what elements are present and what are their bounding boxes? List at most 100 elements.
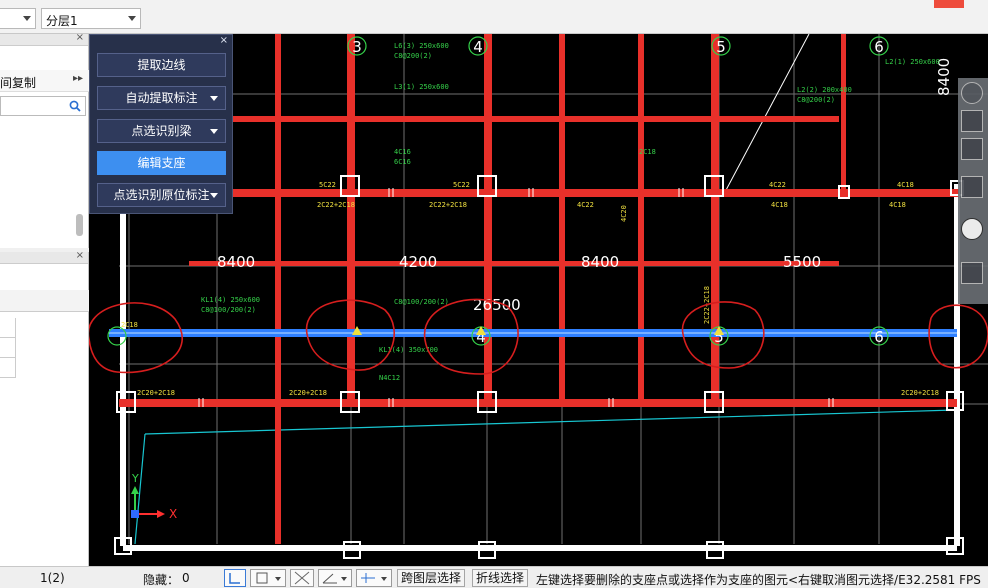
hidden-count: 0: [182, 571, 190, 585]
axis-label-mid-6: 6: [874, 328, 884, 346]
beam-mark: 4C22: [577, 201, 594, 209]
view-cube-top-icon[interactable]: [961, 110, 983, 132]
table-row[interactable]: [0, 318, 15, 338]
button-label: 提取边线: [137, 58, 186, 72]
ortho-mode-button[interactable]: [224, 569, 246, 587]
beam-mark: 4C22: [769, 181, 786, 189]
left-bottom-panel: ×: [0, 250, 89, 566]
snap-mode-button[interactable]: [250, 569, 286, 587]
panel-header: ×: [0, 32, 88, 46]
close-icon[interactable]: ×: [76, 250, 84, 261]
beam-spec: KL1(4) 250x600: [201, 296, 260, 304]
beam-mark: 2C22+2C18: [317, 201, 355, 209]
dim-text: 8400: [217, 253, 255, 271]
window-control-accent: [934, 0, 964, 8]
edit-support-button[interactable]: 编辑支座: [97, 151, 226, 175]
snap-icon: [256, 572, 281, 584]
axis-label-4: 4: [473, 38, 483, 56]
beam-mark: 4C18: [771, 201, 788, 209]
beam-spec: C8@200(2): [394, 52, 432, 60]
offset-button[interactable]: [356, 569, 392, 587]
property-header: [0, 290, 89, 312]
beam-mark: 4C18: [889, 201, 906, 209]
copy-label: 间复制: [0, 76, 37, 90]
chevron-down-icon[interactable]: [210, 129, 218, 134]
tool-panel-header: ×: [90, 35, 232, 49]
beam-mark: 5C22: [453, 181, 470, 189]
axis-y-label: Y: [131, 472, 139, 485]
search-input[interactable]: [0, 96, 86, 116]
chevron-down-icon: [23, 16, 31, 21]
dim-text: 8400: [581, 253, 619, 271]
extract-edge-button[interactable]: 提取边线: [97, 53, 226, 77]
cross-layer-select-button[interactable]: 跨图层选择: [397, 569, 466, 587]
beam-mark: 2C20+2C18: [137, 389, 175, 397]
search-icon[interactable]: [69, 100, 81, 112]
button-label: 自动提取标注: [125, 91, 198, 105]
beam-spec: L3(1) 250x600: [394, 83, 449, 91]
view-cube-iso-icon[interactable]: [961, 176, 983, 198]
element-type-combo[interactable]: [0, 8, 36, 29]
axis-label-6: 6: [874, 38, 884, 56]
button-label: 点选识别原位标注: [113, 188, 210, 202]
beam-mark: 2C18: [121, 321, 138, 329]
beam-mark: 2C20+2C18: [901, 389, 939, 397]
beam-spec: L2(1) 250x600: [885, 58, 940, 66]
beam-spec: C8@200(2): [797, 96, 835, 104]
button-label: 点选识别梁: [131, 124, 192, 138]
copy-row[interactable]: 间复制 ▸▸: [0, 70, 89, 92]
view-navigator: [958, 78, 988, 304]
panel-header: ×: [0, 250, 88, 264]
axis-label-5: 5: [716, 38, 726, 56]
beam-spec: N4C12: [379, 374, 400, 382]
status-hint: 左键选择要删除的支座点或选择作为支座的图元<右键取消图元选择/E32.2581 …: [536, 573, 981, 587]
chevron-down-icon[interactable]: [210, 193, 218, 198]
axis-x-label: X: [169, 507, 177, 521]
table-row[interactable]: [0, 338, 15, 358]
compass-icon[interactable]: [961, 218, 983, 240]
top-toolbar: 分层1: [0, 0, 988, 34]
table-row[interactable]: [0, 358, 15, 378]
chevron-down-icon: [128, 16, 136, 21]
cross-icon: [294, 571, 310, 585]
angle-icon: [322, 573, 347, 584]
polyline-select-button[interactable]: 折线选择: [472, 569, 529, 587]
hidden-label: 隐藏：: [143, 573, 180, 587]
beam-mark: 5C22: [319, 181, 336, 189]
beam-mark: 4C18: [897, 181, 914, 189]
offset-icon: [361, 573, 387, 583]
close-icon[interactable]: ×: [76, 32, 84, 43]
beam-spec: L2(2) 200x400: [797, 86, 852, 94]
left-top-panel: × 间复制 ▸▸: [0, 32, 89, 248]
pick-identify-inplace-annotation-button[interactable]: 点选识别原位标注: [97, 183, 226, 207]
axis-label-3: 3: [352, 38, 362, 56]
chevron-down-icon[interactable]: [210, 96, 218, 101]
scrollbar-thumb[interactable]: [76, 214, 83, 236]
property-rows: [0, 318, 16, 378]
dim-text: 4200: [399, 253, 437, 271]
beam-spec: 6C16: [394, 158, 411, 166]
layer-indicator: 1(2): [40, 571, 65, 585]
view-cube-front-icon[interactable]: [961, 138, 983, 160]
ortho-icon: [229, 573, 240, 584]
floor-combo[interactable]: 分层1: [41, 8, 141, 29]
beam-spec: C8@100/200(2): [394, 298, 449, 306]
beam-mark: 4C20: [620, 205, 628, 222]
pick-identify-beam-button[interactable]: 点选识别梁: [97, 119, 226, 143]
orbit-icon[interactable]: [961, 82, 983, 104]
beam-spec: 2C18: [639, 148, 656, 156]
expand-icon[interactable]: ▸▸: [73, 73, 83, 84]
beam-spec: 4C16: [394, 148, 411, 156]
button-label: 编辑支座: [137, 156, 186, 170]
angle-button[interactable]: [318, 569, 352, 587]
dim-text: 26500: [473, 296, 521, 314]
beam-spec: L6(3) 250x600: [394, 42, 449, 50]
cross-snap-button[interactable]: [290, 569, 314, 587]
auto-extract-annotation-button[interactable]: 自动提取标注: [97, 86, 226, 110]
grid-view-icon[interactable]: [961, 262, 983, 284]
close-icon[interactable]: ×: [220, 35, 228, 46]
tool-panel: × 提取边线 自动提取标注 点选识别梁 编辑支座 点选识别原位标注: [89, 34, 233, 214]
dim-text: 5500: [783, 253, 821, 271]
floor-combo-value: 分层1: [46, 14, 78, 28]
beam-mark: 2C20+2C18: [289, 389, 327, 397]
